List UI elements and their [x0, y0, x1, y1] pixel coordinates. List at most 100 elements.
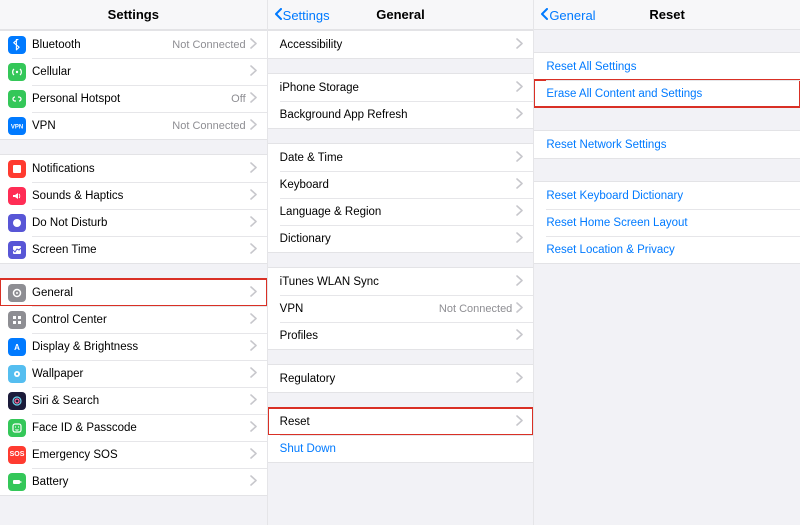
emergency-sos-row[interactable]: SOSEmergency SOS — [0, 441, 267, 468]
chevron-left-icon — [540, 8, 549, 23]
reset-all-settings-row[interactable]: Reset All Settings — [534, 53, 800, 80]
row-label: Accessibility — [280, 39, 517, 51]
settings-scroll[interactable]: BluetoothNot ConnectedCellularPersonal H… — [0, 30, 267, 525]
background-app-refresh-row[interactable]: Background App Refresh — [268, 101, 534, 128]
date-time-row[interactable]: Date & Time — [268, 144, 534, 171]
general-row[interactable]: General — [0, 279, 267, 306]
back-label: Settings — [283, 8, 330, 23]
chevron-right-icon — [250, 394, 257, 408]
row-label: Screen Time — [32, 244, 250, 256]
chevron-right-icon — [516, 108, 523, 122]
sounds-haptics-icon — [8, 187, 26, 205]
page-title: Reset — [649, 7, 684, 22]
itunes-wlan-sync-row[interactable]: iTunes WLAN Sync — [268, 268, 534, 295]
row-label: Dictionary — [280, 233, 517, 245]
chevron-right-icon — [250, 162, 257, 176]
cellular-row[interactable]: Cellular — [0, 58, 267, 85]
display-brightness-icon: A — [8, 338, 26, 356]
general-icon — [8, 284, 26, 302]
battery-icon — [8, 473, 26, 491]
chevron-right-icon — [516, 415, 523, 429]
do-not-disturb-row[interactable]: Do Not Disturb — [0, 209, 267, 236]
row-label: Background App Refresh — [280, 109, 517, 121]
personal-hotspot-row[interactable]: Personal HotspotOff — [0, 85, 267, 112]
face-id-passcode-icon — [8, 419, 26, 437]
back-to-settings-button[interactable]: Settings — [274, 0, 330, 30]
control-center-row[interactable]: Control Center — [0, 306, 267, 333]
chevron-right-icon — [250, 340, 257, 354]
cellular-icon — [8, 63, 26, 81]
general-header: Settings General — [268, 0, 534, 30]
battery-row[interactable]: Battery — [0, 468, 267, 495]
chevron-right-icon — [250, 92, 257, 106]
chevron-right-icon — [250, 475, 257, 489]
row-label: Battery — [32, 476, 250, 488]
svg-text:VPN: VPN — [11, 124, 23, 130]
siri-search-icon — [8, 392, 26, 410]
row-label: Reset Home Screen Layout — [546, 217, 790, 229]
profiles-row[interactable]: Profiles — [268, 322, 534, 349]
row-label: iPhone Storage — [280, 82, 517, 94]
general-scroll[interactable]: Accessibility iPhone Storage Background A… — [268, 30, 534, 525]
row-value: Not Connected — [172, 120, 245, 132]
chevron-right-icon — [516, 38, 523, 52]
chevron-right-icon — [250, 189, 257, 203]
svg-text:A: A — [14, 343, 20, 352]
row-label: Wallpaper — [32, 368, 250, 380]
general-pane: Settings General Accessibility iPhone St… — [267, 0, 534, 525]
chevron-right-icon — [516, 275, 523, 289]
vpn-row[interactable]: VPNVPNNot Connected — [0, 112, 267, 139]
reset-location-privacy-row[interactable]: Reset Location & Privacy — [534, 236, 800, 263]
chevron-right-icon — [250, 65, 257, 79]
vpn-icon: VPN — [8, 117, 26, 135]
chevron-right-icon — [516, 178, 523, 192]
reset-network-settings-row[interactable]: Reset Network Settings — [534, 131, 800, 158]
chevron-left-icon — [274, 8, 283, 23]
personal-hotspot-icon — [8, 90, 26, 108]
row-label: Emergency SOS — [32, 449, 250, 461]
notifications-icon — [8, 160, 26, 178]
chevron-right-icon — [516, 151, 523, 165]
back-label: General — [549, 8, 595, 23]
bluetooth-row[interactable]: BluetoothNot Connected — [0, 31, 267, 58]
back-to-general-button[interactable]: General — [540, 0, 595, 30]
face-id-passcode-row[interactable]: Face ID & Passcode — [0, 414, 267, 441]
chevron-right-icon — [250, 286, 257, 300]
chevron-right-icon — [516, 372, 523, 386]
reset-keyboard-dictionary-row[interactable]: Reset Keyboard Dictionary — [534, 182, 800, 209]
shut-down-row[interactable]: Shut Down — [268, 435, 534, 462]
erase-all-content-and-settings-row[interactable]: Erase All Content and Settings — [534, 80, 800, 107]
row-label: Erase All Content and Settings — [546, 88, 790, 100]
reset-row[interactable]: Reset — [268, 408, 534, 435]
keyboard-row[interactable]: Keyboard — [268, 171, 534, 198]
display-brightness-row[interactable]: ADisplay & Brightness — [0, 333, 267, 360]
chevron-right-icon — [250, 421, 257, 435]
iphone-storage-row[interactable]: iPhone Storage — [268, 74, 534, 101]
vpn-general-row[interactable]: VPNNot Connected — [268, 295, 534, 322]
chevron-right-icon — [250, 448, 257, 462]
row-label: Shut Down — [280, 443, 524, 455]
accessibility-row[interactable]: Accessibility — [268, 31, 534, 58]
wallpaper-row[interactable]: Wallpaper — [0, 360, 267, 387]
row-label: Do Not Disturb — [32, 217, 250, 229]
reset-scroll[interactable]: Reset All Settings Erase All Content and … — [534, 30, 800, 525]
reset-pane: General Reset Reset All Settings Erase Al… — [533, 0, 800, 525]
bluetooth-icon — [8, 36, 26, 54]
sounds-haptics-row[interactable]: Sounds & Haptics — [0, 182, 267, 209]
row-label: Control Center — [32, 314, 250, 326]
notifications-row[interactable]: Notifications — [0, 155, 267, 182]
regulatory-row[interactable]: Regulatory — [268, 365, 534, 392]
language-region-row[interactable]: Language & Region — [268, 198, 534, 225]
siri-search-row[interactable]: Siri & Search — [0, 387, 267, 414]
row-label: Regulatory — [280, 373, 517, 385]
dictionary-row[interactable]: Dictionary — [268, 225, 534, 252]
row-label: Reset Keyboard Dictionary — [546, 190, 790, 202]
chevron-right-icon — [516, 205, 523, 219]
chevron-right-icon — [516, 81, 523, 95]
row-label: VPN — [32, 120, 172, 132]
row-label: Bluetooth — [32, 39, 172, 51]
reset-home-screen-layout-row[interactable]: Reset Home Screen Layout — [534, 209, 800, 236]
row-value: Off — [231, 93, 245, 105]
screen-time-row[interactable]: Screen Time — [0, 236, 267, 263]
chevron-right-icon — [516, 302, 523, 316]
